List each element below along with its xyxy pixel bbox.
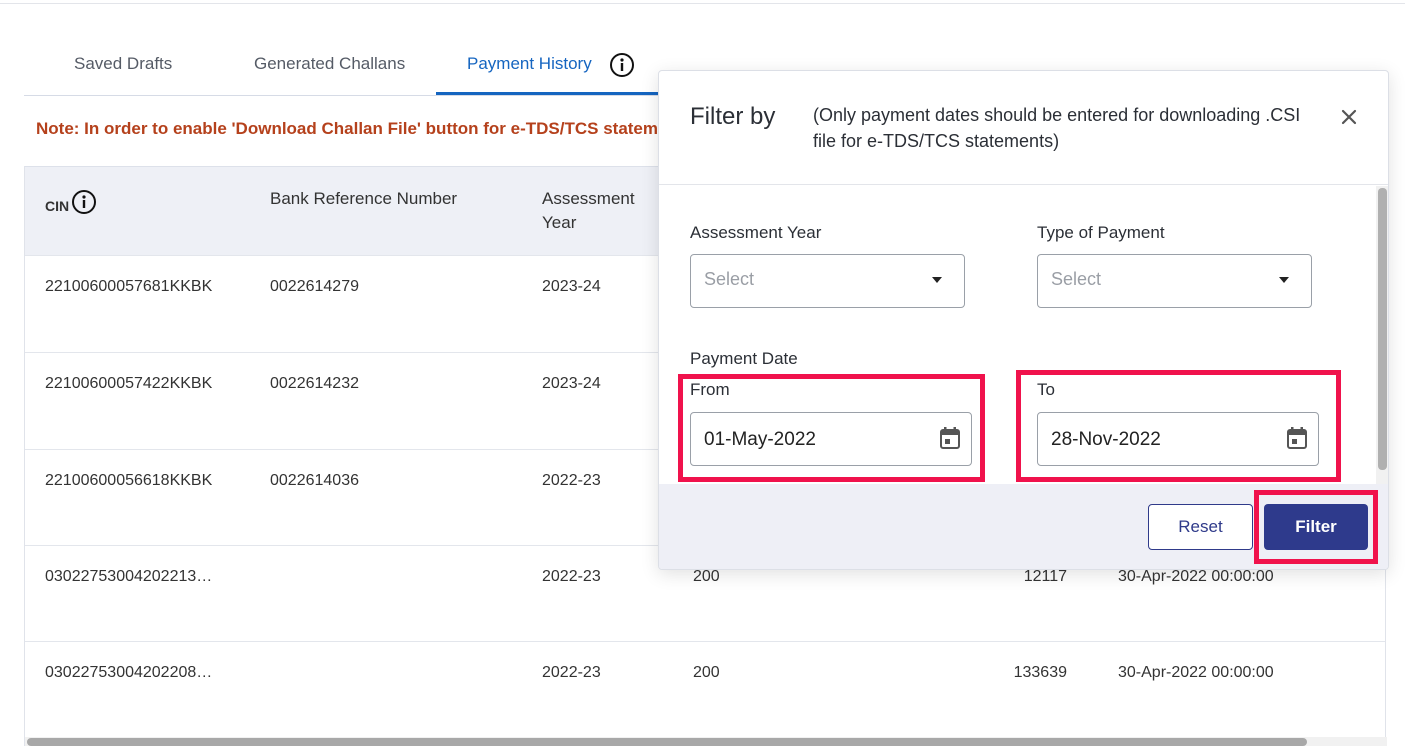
type-of-payment-select[interactable]: Select: [1037, 254, 1312, 308]
header-assessment-year: Assessment Year: [542, 189, 635, 232]
cell-assessment-year: 2023-24: [542, 375, 601, 392]
cell-bank-ref: 0022614232: [270, 375, 359, 392]
from-label: From: [690, 380, 730, 399]
cell-cin: 03022753004202213…: [45, 568, 213, 585]
assessment-year-placeholder: Select: [704, 269, 755, 289]
modal-header: Filter by (Only payment dates should be …: [659, 71, 1388, 185]
calendar-icon[interactable]: [1286, 426, 1308, 455]
modal-title: Filter by: [690, 103, 776, 130]
payment-date-label: Payment Date: [690, 349, 798, 368]
assessment-year-select[interactable]: Select: [690, 254, 965, 308]
assessment-year-label: Assessment Year: [690, 223, 822, 242]
tab-bar: Saved Drafts Generated Challans Payment …: [24, 40, 666, 96]
cell-cin: 03022753004202208…: [45, 664, 213, 681]
modal-body: Assessment Year Select Type of Payment S…: [659, 186, 1388, 484]
cell-assessment-year: 2022-23: [542, 664, 601, 681]
cell-assessment-year: 2023-24: [542, 278, 601, 295]
modal-subtitle: (Only payment dates should be entered fo…: [813, 105, 1301, 151]
tab-generated-challans[interactable]: Generated Challans: [254, 54, 405, 74]
horizontal-scrollbar-thumb[interactable]: [27, 738, 1307, 746]
type-of-payment-placeholder: Select: [1051, 269, 1102, 289]
cell-value: 200: [693, 568, 720, 585]
cell-cin: 22100600057422KKBK: [45, 375, 213, 392]
cin-info-icon[interactable]: [71, 189, 97, 222]
from-date-input[interactable]: 01-May-2022: [690, 412, 972, 466]
cell-cin: 22100600056618KKBK: [45, 472, 213, 489]
type-of-payment-label: Type of Payment: [1037, 223, 1165, 242]
cell-amount: 133639: [1013, 664, 1067, 681]
top-divider: [0, 3, 1405, 4]
info-icon[interactable]: [609, 52, 635, 83]
cell-assessment-year: 2022-23: [542, 568, 601, 585]
filter-button[interactable]: Filter: [1264, 504, 1368, 550]
header-bank-reference: Bank Reference Number: [270, 189, 458, 208]
close-icon[interactable]: [1337, 105, 1361, 129]
to-label: To: [1037, 380, 1055, 399]
active-tab-indicator: [436, 92, 666, 95]
modal-footer: Reset Filter: [659, 484, 1388, 569]
cell-value: 200: [693, 664, 720, 681]
cell-cin: 22100600057681KKBK: [45, 278, 213, 295]
note-text: Note: In order to enable 'Download Chall…: [36, 119, 659, 138]
tab-payment-history[interactable]: Payment History: [467, 54, 592, 74]
table-row[interactable]: 03022753004202208… 2022-23 200 133639 30…: [25, 641, 1385, 738]
cell-bank-ref: 0022614279: [270, 278, 359, 295]
reset-button[interactable]: Reset: [1148, 504, 1253, 550]
header-cin: CIN: [45, 189, 97, 222]
cell-assessment-year: 2022-23: [542, 472, 601, 489]
caret-down-icon: [932, 277, 942, 283]
vertical-scrollbar[interactable]: [1376, 186, 1388, 484]
cell-amount: 12117: [1023, 568, 1067, 585]
tab-saved-drafts[interactable]: Saved Drafts: [74, 54, 172, 74]
header-cin-label: CIN: [45, 197, 70, 214]
to-date-input[interactable]: 28-Nov-2022: [1037, 412, 1319, 466]
cell-date: 30-Apr-2022 00:00:00: [1118, 664, 1274, 681]
filter-modal: Filter by (Only payment dates should be …: [658, 70, 1389, 570]
calendar-icon[interactable]: [939, 426, 961, 455]
to-date-value: 28-Nov-2022: [1051, 429, 1161, 450]
from-date-value: 01-May-2022: [704, 429, 816, 450]
cell-date: 30-Apr-2022 00:00:00: [1118, 568, 1274, 585]
cell-bank-ref: 0022614036: [270, 472, 359, 489]
horizontal-scrollbar[interactable]: [25, 737, 1387, 746]
caret-down-icon: [1279, 277, 1289, 283]
vertical-scrollbar-thumb[interactable]: [1378, 188, 1387, 470]
